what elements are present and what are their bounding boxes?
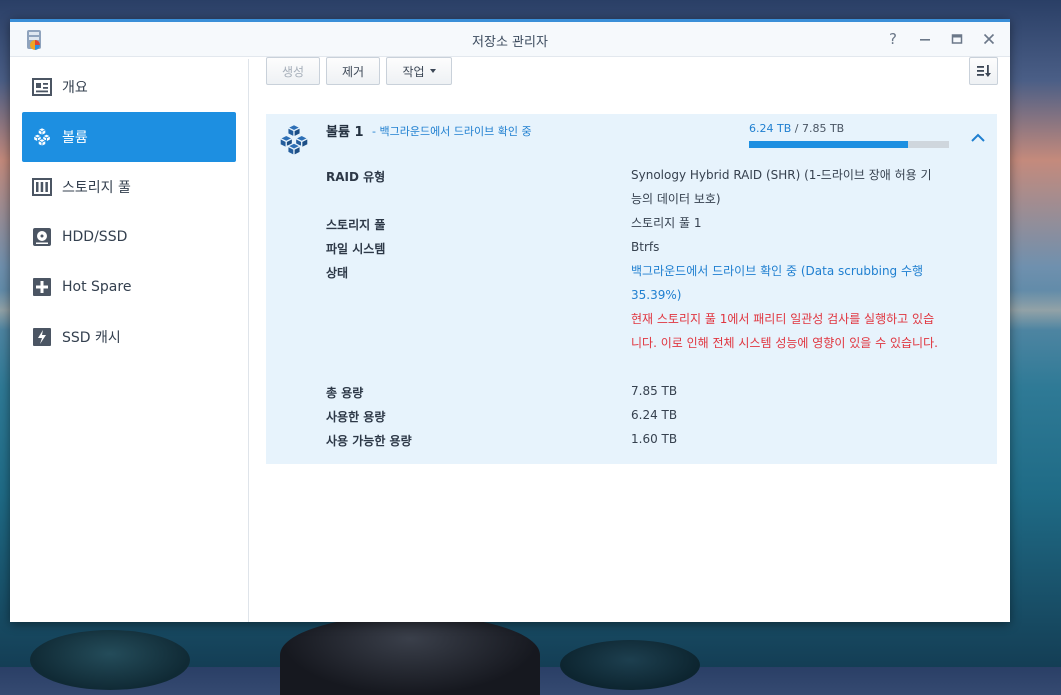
create-button[interactable]: 생성: [266, 57, 320, 85]
background-rock: [280, 615, 540, 695]
sidebar-item-ssd-cache[interactable]: SSD 캐시: [22, 312, 236, 362]
used-capacity-label: 사용한 용량: [326, 410, 386, 424]
sidebar-item-volume[interactable]: 볼륨: [22, 112, 236, 162]
usage-separator: /: [791, 122, 802, 135]
used-capacity-value: 6.24 TB: [631, 408, 678, 422]
raid-type-value: Synology Hybrid RAID (SHR) (1-드라이브 장애 허용…: [631, 168, 932, 206]
sidebar-item-label: HDD/SSD: [62, 229, 128, 245]
available-capacity-label: 사용 가능한 용량: [326, 434, 412, 448]
hdd-icon: [32, 227, 52, 247]
usage-total: 7.85 TB: [801, 122, 845, 135]
status-label: 상태: [326, 266, 349, 280]
raid-type-label: RAID 유형: [326, 170, 386, 184]
minimize-icon[interactable]: [914, 29, 936, 49]
action-dropdown-button[interactable]: 작업: [386, 57, 452, 85]
total-capacity-label: 총 용량: [326, 386, 364, 400]
sidebar-item-hot-spare[interactable]: Hot Spare: [22, 262, 236, 312]
storage-pool-icon: [32, 177, 52, 197]
storage-pool-label: 스토리지 풀: [326, 218, 386, 232]
window-title: 저장소 관리자: [472, 35, 548, 50]
sidebar-item-label: Hot Spare: [62, 279, 132, 295]
caret-down-icon: [429, 69, 436, 73]
main-content: 생성 제거 작업 볼륨 1 - 백그라운드에서 드라이브 확인 중 6.24 T…: [249, 57, 1010, 622]
ssd-cache-icon: [32, 327, 52, 347]
volume-status-summary: - 백그라운드에서 드라이브 확인 중: [372, 125, 532, 138]
usage-progress-fill: [749, 141, 908, 148]
overview-icon: [32, 77, 52, 97]
file-system-label: 파일 시스템: [326, 242, 386, 256]
help-icon[interactable]: ?: [882, 29, 904, 49]
background-rock: [30, 630, 190, 690]
total-capacity-value: 7.85 TB: [631, 384, 678, 398]
sidebar-item-label: 개요: [62, 80, 88, 96]
usage-progress-bar: [749, 141, 949, 148]
storage-pool-value: 스토리지 풀 1: [631, 216, 702, 230]
status-text: 백그라운드에서 드라이브 확인 중 (: [631, 264, 806, 278]
sidebar-item-overview[interactable]: 개요: [22, 62, 236, 112]
sidebar-item-label: 볼륨: [62, 130, 88, 146]
volume-panel[interactable]: 볼륨 1 - 백그라운드에서 드라이브 확인 중 6.24 TB / 7.85 …: [266, 114, 997, 464]
sort-button[interactable]: [969, 57, 998, 85]
remove-button[interactable]: 제거: [326, 57, 380, 85]
hot-spare-icon: [32, 277, 52, 297]
sidebar-item-label: 스토리지 풀: [62, 180, 131, 196]
usage-text: 6.24 TB / 7.85 TB: [749, 122, 844, 135]
sort-icon: [976, 65, 991, 77]
available-capacity-value: 1.60 TB: [631, 432, 678, 446]
action-label: 작업: [402, 64, 425, 79]
maximize-icon[interactable]: [946, 29, 968, 49]
sidebar-item-label: SSD 캐시: [62, 330, 121, 346]
status-value: 백그라운드에서 드라이브 확인 중 (Data scrubbing 수행 35.…: [631, 259, 941, 307]
status-text-end: ): [676, 288, 682, 302]
volume-cubes-icon: [32, 127, 52, 147]
collapse-chevron-up-icon[interactable]: [970, 130, 988, 146]
file-system-value: Btrfs: [631, 240, 660, 254]
storage-manager-window: 저장소 관리자 ? 개요 볼륨 스토리지 풀 HDD/SSD Hot Spare…: [10, 19, 1010, 622]
volume-cubes-icon: [278, 123, 310, 157]
parity-check-warning: 현재 스토리지 풀 1에서 패리티 일관성 검사를 실행하고 있습니다. 이로 …: [631, 312, 938, 350]
sidebar-item-storage-pool[interactable]: 스토리지 풀: [22, 162, 236, 212]
background-rock: [560, 640, 700, 690]
title-bar[interactable]: 저장소 관리자 ?: [10, 22, 1010, 57]
usage-used: 6.24 TB: [749, 122, 792, 135]
volume-title: 볼륨 1: [326, 125, 364, 140]
close-icon[interactable]: [978, 29, 1000, 49]
toolbar: 생성 제거 작업: [249, 57, 1010, 93]
sidebar: 개요 볼륨 스토리지 풀 HDD/SSD Hot Spare SSD 캐시: [10, 59, 249, 622]
sidebar-item-hdd-ssd[interactable]: HDD/SSD: [22, 212, 236, 262]
